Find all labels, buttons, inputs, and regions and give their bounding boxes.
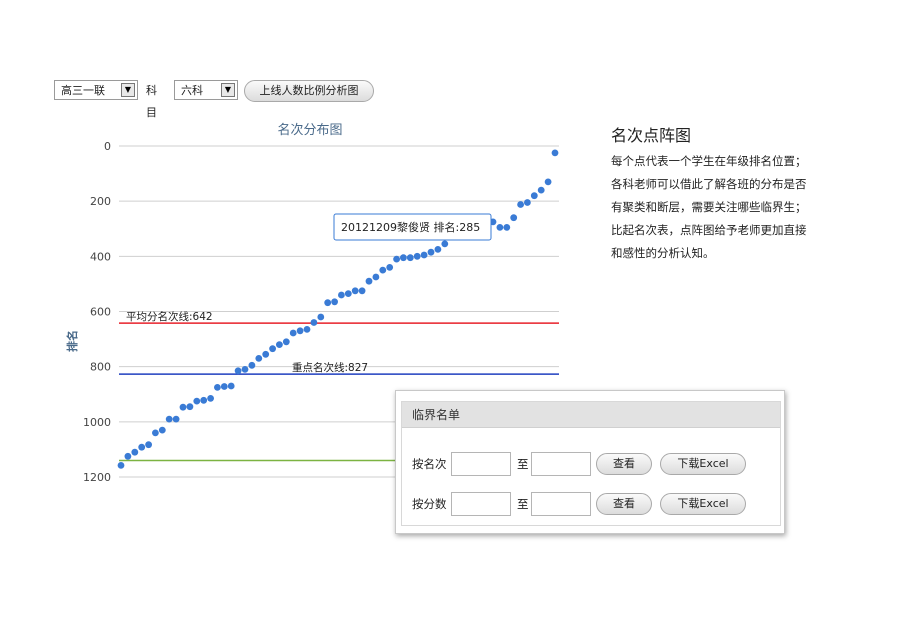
data-point[interactable] [241,366,249,373]
data-point[interactable] [524,199,531,206]
side-line-3: 有聚类和断层，需要关注哪些临界生； [611,200,807,214]
y-tick-label: 200 [90,195,111,208]
rank-view-button[interactable]: 查看 [596,453,652,475]
data-point[interactable] [303,326,311,333]
y-tick-label: 0 [104,140,111,153]
data-point[interactable] [138,443,146,451]
data-point[interactable] [406,254,414,262]
data-point[interactable] [310,319,318,326]
data-point[interactable] [145,441,153,449]
data-point[interactable] [172,415,180,423]
data-point[interactable] [379,266,387,274]
data-point[interactable] [551,149,559,157]
data-point[interactable] [179,403,187,411]
data-point[interactable] [503,224,511,231]
data-point[interactable] [296,327,304,335]
data-point[interactable] [152,429,159,437]
data-point[interactable] [344,290,352,297]
chart-title: 名次分布图 [277,122,342,138]
data-point[interactable] [124,452,132,460]
side-line-1: 每个点代表一个学生在年级排名位置； [611,154,807,168]
data-point[interactable] [365,277,373,285]
score-to-input[interactable] [531,492,591,516]
y-tick-label: 400 [90,250,111,263]
data-point[interactable] [117,462,125,469]
data-point[interactable] [165,415,173,423]
data-point[interactable] [434,246,442,253]
critical-list-panel: 临界名单 按名次 至 查看 下载Excel 按分数 至 查看 下载Excel [395,390,785,534]
side-title: 名次点阵图 [611,126,692,145]
data-point[interactable] [262,350,270,358]
score-view-button[interactable]: 查看 [596,493,652,515]
by-rank-label: 按名次 [412,457,447,471]
data-point[interactable] [338,291,345,299]
data-point[interactable] [248,361,256,369]
data-point[interactable] [214,384,221,391]
data-point[interactable] [324,299,332,307]
data-point[interactable] [530,192,538,200]
data-point[interactable] [282,338,290,346]
data-point[interactable] [131,448,139,456]
data-point[interactable] [441,240,449,248]
rank-to-input[interactable] [531,452,591,476]
data-point[interactable] [193,397,201,405]
y-tick-label: 600 [90,306,111,319]
side-line-2: 各科老师可以借此了解各班的分布是否 [611,177,807,191]
data-point[interactable] [269,345,276,353]
data-point[interactable] [537,186,545,194]
score-from-input[interactable] [451,492,511,516]
data-point[interactable] [227,382,235,390]
data-point[interactable] [158,426,166,434]
tooltip: 20121209黎俊贤 排名:285 [333,213,492,241]
data-point[interactable] [510,214,518,222]
data-point[interactable] [289,329,297,337]
data-point[interactable] [427,248,435,256]
data-point[interactable] [496,224,504,231]
rank-from-input[interactable] [451,452,511,476]
data-point[interactable] [413,252,421,260]
side-line-4: 比起名次表，点阵图给予老师更加直接 [611,223,807,237]
data-point[interactable] [186,403,194,411]
data-point[interactable] [358,287,366,295]
reference-line-label: 重点名次线:827 [292,361,368,374]
critical-list-body: 临界名单 按名次 至 查看 下载Excel 按分数 至 查看 下载Excel [401,401,781,526]
data-point[interactable] [420,251,428,259]
y-axis-label: 排名 [65,330,79,352]
score-download-excel-button[interactable]: 下载Excel [660,493,746,515]
panel-title: 临界名单 [402,402,780,428]
y-tick-label: 800 [90,361,111,374]
rank-download-excel-button[interactable]: 下载Excel [660,453,746,475]
data-point[interactable] [200,396,208,404]
data-point[interactable] [372,273,380,281]
y-tick-label: 1200 [83,471,111,484]
data-point[interactable] [393,255,400,263]
reference-line-label: 平均分名次线:642 [126,310,213,323]
y-tick-label: 1000 [83,416,111,429]
tooltip-text: 20121209黎俊贤 排名:285 [341,220,480,234]
data-point[interactable] [386,264,394,271]
data-point[interactable] [351,287,359,295]
data-point[interactable] [400,254,407,262]
data-point[interactable] [517,201,524,208]
data-point[interactable] [234,367,242,375]
data-point[interactable] [331,298,338,306]
data-point[interactable] [255,355,263,362]
by-score-label: 按分数 [412,497,447,511]
score-to-label: 至 [517,497,529,511]
data-point[interactable] [544,178,552,186]
data-point[interactable] [207,395,215,402]
data-point[interactable] [220,383,228,390]
data-point[interactable] [276,341,283,348]
side-line-5: 和感性的分析认知。 [611,246,715,260]
data-point[interactable] [317,313,325,321]
rank-to-label: 至 [517,457,529,471]
